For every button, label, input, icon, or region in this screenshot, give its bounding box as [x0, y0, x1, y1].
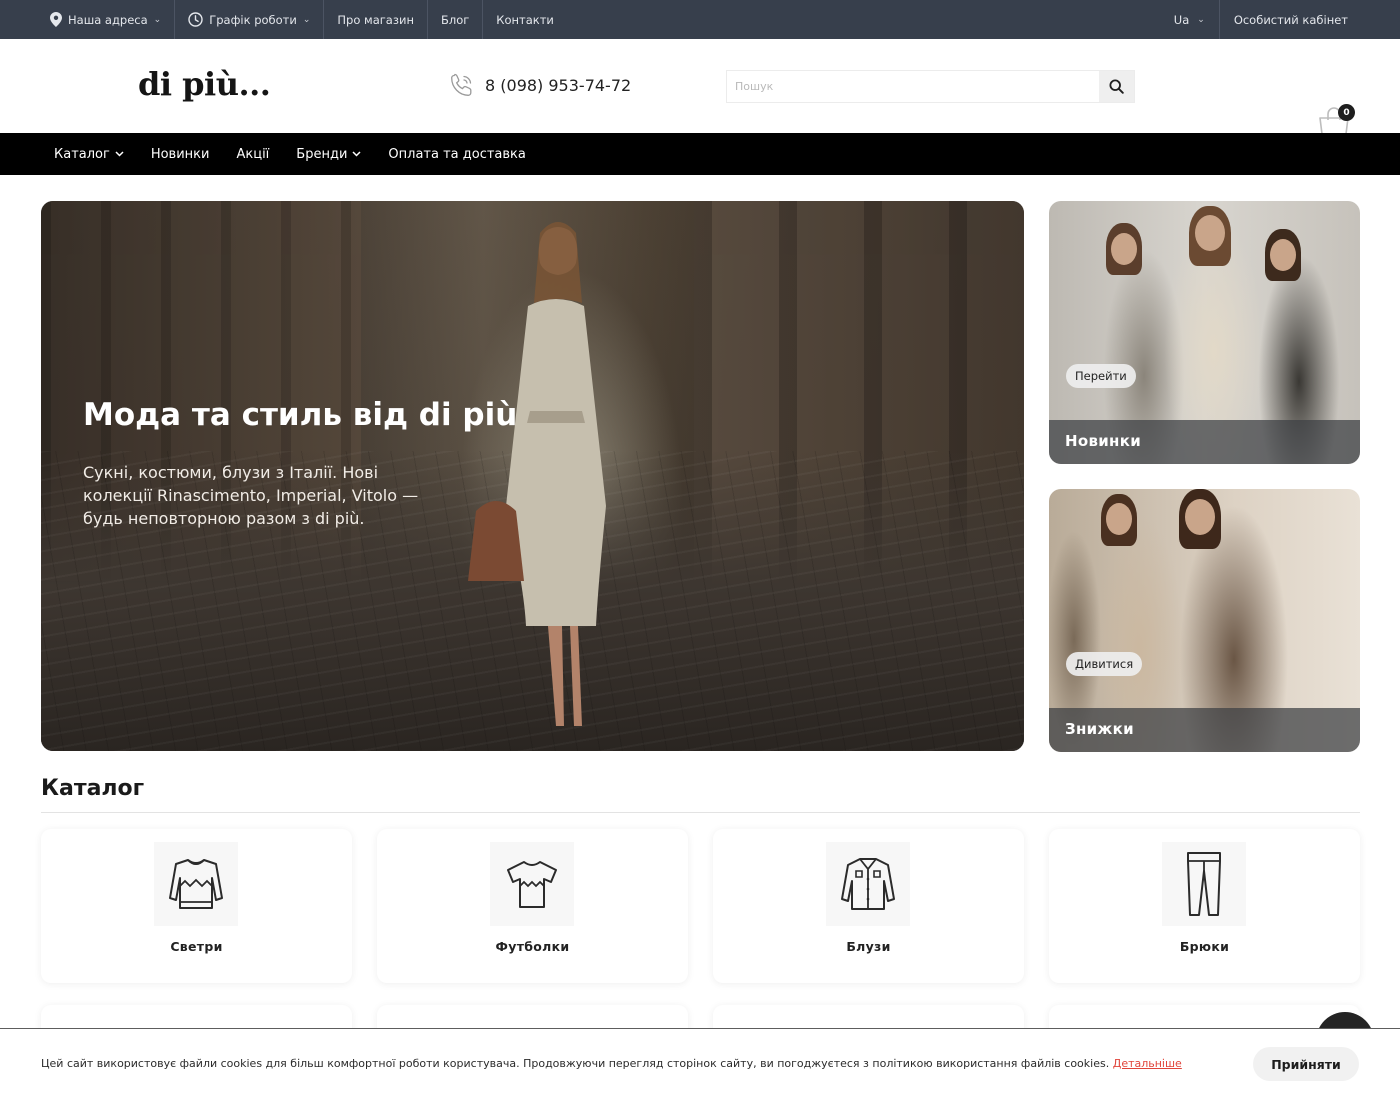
promo-model — [1270, 239, 1296, 271]
nav-item-label: Каталог — [54, 146, 110, 162]
catalog-card-trousers[interactable]: Брюки — [1049, 829, 1360, 983]
promo-card-new[interactable]: Перейти Новинки — [1049, 201, 1360, 464]
location-pin-icon — [50, 12, 62, 27]
chevron-down-icon — [352, 151, 361, 157]
blog-link[interactable]: Блог — [428, 0, 484, 39]
address-dropdown[interactable]: Наша адреса ⌄ — [40, 0, 176, 39]
hero-description: Сукні, костюми, блузи з Італії. Нові кол… — [83, 463, 419, 528]
promo-card-discounts[interactable]: Дивитися Знижки — [1049, 489, 1360, 752]
trousers-icon — [1187, 852, 1221, 916]
catalog-card-tshirts[interactable]: Футболки — [377, 829, 688, 983]
sweater-icon — [169, 859, 223, 909]
catalog-card-sweaters[interactable]: Светри — [41, 829, 352, 983]
chevron-down-icon: ⌄ — [302, 14, 311, 25]
promo-view-button[interactable]: Дивитися — [1066, 652, 1143, 676]
hero-banner[interactable]: Мода та стиль від di più Сукні, костюми,… — [41, 201, 1024, 751]
search-box — [726, 70, 1135, 103]
contacts-link[interactable]: Контакти — [483, 0, 567, 39]
schedule-label: Графік роботи — [209, 12, 297, 27]
top-bar: Наша адреса ⌄ Графік роботи ⌄ Про магази… — [0, 0, 1400, 39]
promo-model — [1111, 233, 1137, 265]
catalog-item-label: Блузи — [846, 939, 891, 954]
catalog-icon-box — [490, 842, 574, 926]
catalog-item-label: Брюки — [1179, 939, 1230, 954]
promo-model — [1195, 215, 1225, 251]
catalog-item-label: Футболки — [495, 939, 570, 954]
nav-item-catalog[interactable]: Каталог — [54, 147, 124, 162]
cart-count-badge: 0 — [1338, 104, 1355, 121]
nav-item-label: Бренди — [296, 146, 348, 162]
account-link[interactable]: Особистий кабінет — [1220, 0, 1360, 39]
nav-item-label: Новинки — [150, 146, 210, 162]
chevron-down-icon — [115, 151, 124, 157]
logo[interactable]: di più... — [138, 65, 271, 103]
divider — [41, 812, 1360, 813]
hero-title: Мода та стиль від di più — [83, 397, 518, 433]
nav-item-brands[interactable]: Бренди — [296, 147, 361, 162]
address-label: Наша адреса — [68, 12, 148, 27]
catalog-icon-box — [826, 842, 910, 926]
catalog-title: Каталог — [41, 776, 145, 801]
catalog-icon-box — [1162, 842, 1246, 926]
catalog-icon-box — [154, 842, 238, 926]
phone-icon — [451, 73, 472, 96]
nav-item-sales[interactable]: Акції — [236, 147, 269, 162]
phone-number: 8 (098) 953-74-72 — [485, 75, 632, 95]
language-select[interactable]: Ua ⌄ — [1160, 0, 1220, 39]
nav-item-payment-delivery[interactable]: Оплата та доставка — [388, 147, 525, 162]
promo-go-button[interactable]: Перейти — [1066, 364, 1136, 388]
search-input[interactable] — [727, 71, 1099, 102]
about-link[interactable]: Про магазин — [324, 0, 428, 39]
blouse-icon — [841, 858, 895, 910]
phone-link[interactable]: 8 (098) 953-74-72 — [449, 72, 631, 98]
promo-model — [1106, 503, 1132, 535]
search-icon — [1109, 79, 1124, 94]
catalog-card-blouses[interactable]: Блузи — [713, 829, 1024, 983]
cookie-details-link[interactable]: Детальніше — [1113, 1057, 1182, 1070]
chevron-down-icon: ⌄ — [153, 14, 162, 25]
tshirt-icon — [507, 861, 557, 908]
promo-label: Новинки — [1049, 420, 1360, 464]
top-bar-right: Ua ⌄ Особистий кабінет — [1160, 0, 1360, 39]
nav-item-label: Акції — [236, 146, 270, 162]
catalog-item-label: Светри — [170, 939, 223, 954]
main-nav: Каталог Новинки Акції Бренди Оплата та д… — [0, 133, 1400, 175]
hero-model-figure — [468, 222, 606, 726]
nav-item-new[interactable]: Новинки — [151, 147, 210, 162]
language-value: Ua — [1173, 12, 1190, 27]
cookie-message: Цей сайт використовує файли cookies для … — [41, 1057, 1182, 1070]
clock-icon — [188, 12, 203, 27]
header: di più... 8 (098) 953-74-72 0 — [0, 39, 1400, 139]
cookie-text: Цей сайт використовує файли cookies для … — [41, 1057, 1110, 1070]
cookie-banner: Цей сайт використовує файли cookies для … — [0, 1028, 1400, 1097]
search-button[interactable] — [1099, 71, 1134, 102]
promo-model — [1185, 499, 1215, 535]
schedule-dropdown[interactable]: Графік роботи ⌄ — [175, 0, 325, 39]
chevron-down-icon: ⌄ — [1197, 14, 1205, 25]
nav-item-label: Оплата та доставка — [388, 146, 526, 162]
cookie-accept-button[interactable]: Прийняти — [1253, 1047, 1359, 1081]
promo-label: Знижки — [1049, 708, 1360, 752]
